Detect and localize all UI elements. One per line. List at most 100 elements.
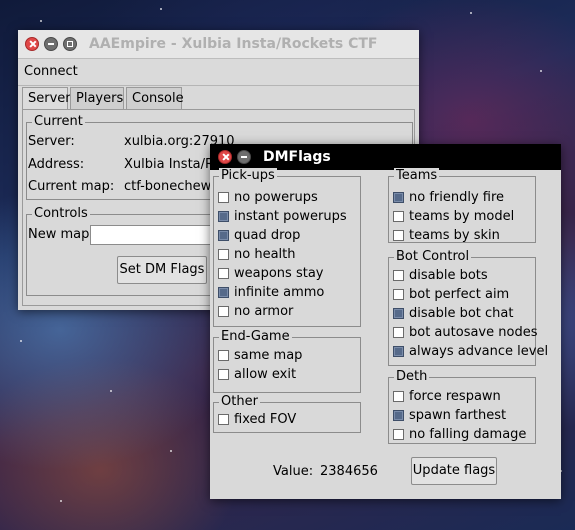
dmflags-titlebar[interactable]: DMFlags bbox=[210, 144, 561, 170]
pickups-checkbox-quad-drop[interactable]: quad drop bbox=[218, 228, 300, 243]
pickups-checkbox-infinite-ammo[interactable]: infinite ammo bbox=[218, 285, 324, 300]
botcontrol-checkbox-bot-autosave-nodes[interactable]: bot autosave nodes bbox=[393, 325, 537, 340]
checkbox-unchecked-icon[interactable] bbox=[393, 289, 404, 300]
checkbox-checked-icon[interactable] bbox=[218, 230, 229, 241]
pickups-checkbox-no-powerups[interactable]: no powerups bbox=[218, 190, 318, 205]
checkbox-label: infinite ammo bbox=[234, 285, 325, 300]
menubar: Connect bbox=[18, 59, 419, 86]
checkbox-unchecked-icon[interactable] bbox=[218, 350, 229, 361]
checkbox-checked-icon[interactable] bbox=[393, 192, 404, 203]
checkbox-label: quad drop bbox=[234, 228, 301, 243]
other-legend: Other bbox=[219, 394, 260, 409]
pickups-legend: Pick-ups bbox=[219, 168, 277, 183]
checkbox-unchecked-icon[interactable] bbox=[218, 414, 229, 425]
tab-console[interactable]: Console bbox=[126, 87, 184, 109]
checkbox-label: always advance level bbox=[409, 344, 549, 359]
checkbox-label: instant powerups bbox=[234, 209, 347, 224]
deth-checkbox-spawn-farthest[interactable]: spawn farthest bbox=[393, 408, 506, 423]
checkbox-label: force respawn bbox=[409, 389, 501, 404]
checkbox-unchecked-icon[interactable] bbox=[218, 268, 229, 279]
other-group: Other fixed FOV bbox=[213, 394, 361, 433]
checkbox-label: fixed FOV bbox=[234, 412, 297, 427]
checkbox-label: disable bot chat bbox=[409, 306, 514, 321]
deth-group: Deth force respawn spawn farthest no falli… bbox=[388, 369, 536, 444]
checkbox-label: weapons stay bbox=[234, 266, 324, 281]
checkbox-unchecked-icon[interactable] bbox=[393, 429, 404, 440]
checkbox-label: allow exit bbox=[234, 367, 297, 382]
minimize-icon[interactable] bbox=[44, 37, 58, 51]
checkbox-checked-icon[interactable] bbox=[218, 287, 229, 298]
pickups-checkbox-weapons-stay[interactable]: weapons stay bbox=[218, 266, 323, 281]
controls-legend: Controls bbox=[32, 206, 90, 221]
teams-legend: Teams bbox=[394, 168, 440, 183]
dmflags-window: DMFlags Pick-ups no powerups instant powe… bbox=[210, 144, 561, 499]
checkbox-checked-icon[interactable] bbox=[393, 308, 404, 319]
teams-checkbox-teams-by-model[interactable]: teams by model bbox=[393, 209, 514, 224]
tab-server[interactable]: Server bbox=[22, 87, 71, 111]
checkbox-label: disable bots bbox=[409, 268, 488, 283]
teams-checkbox-no-friendly-fire[interactable]: no friendly fire bbox=[393, 190, 504, 205]
minimize-icon[interactable] bbox=[237, 150, 251, 164]
window-title: AAEmpire - Xulbia Insta/Rockets CTF bbox=[89, 36, 378, 52]
botcontrol-checkbox-bot-perfect-aim[interactable]: bot perfect aim bbox=[393, 287, 509, 302]
endgame-group: End-Game same map allow exit bbox=[213, 329, 361, 393]
checkbox-label: teams by model bbox=[409, 209, 515, 224]
checkbox-label: bot perfect aim bbox=[409, 287, 510, 302]
checkbox-label: no health bbox=[234, 247, 296, 262]
deth-checkbox-force-respawn[interactable]: force respawn bbox=[393, 389, 501, 404]
checkbox-checked-icon[interactable] bbox=[393, 410, 404, 421]
botcontrol-checkbox-always-advance-level[interactable]: always advance level bbox=[393, 344, 548, 359]
server-label: Server: bbox=[28, 134, 75, 149]
checkbox-unchecked-icon[interactable] bbox=[393, 391, 404, 402]
endgame-checkbox-allow-exit[interactable]: allow exit bbox=[218, 367, 296, 382]
checkbox-unchecked-icon[interactable] bbox=[218, 192, 229, 203]
botcontrol-checkbox-disable-bots[interactable]: disable bots bbox=[393, 268, 488, 283]
checkbox-unchecked-icon[interactable] bbox=[218, 249, 229, 260]
endgame-checkbox-same-map[interactable]: same map bbox=[218, 348, 302, 363]
tab-players[interactable]: Players bbox=[70, 87, 124, 109]
value-label: Value: bbox=[273, 464, 314, 479]
current-legend: Current bbox=[32, 114, 85, 129]
botcontrol-checkbox-disable-bot-chat[interactable]: disable bot chat bbox=[393, 306, 513, 321]
botcontrol-group: Bot Control disable bots bot perfect aim d… bbox=[388, 249, 548, 366]
checkbox-label: no friendly fire bbox=[409, 190, 505, 205]
update-flags-button[interactable]: Update flags bbox=[411, 457, 497, 485]
close-icon[interactable] bbox=[25, 37, 39, 51]
checkbox-label: no powerups bbox=[234, 190, 318, 205]
close-icon[interactable] bbox=[218, 150, 232, 164]
endgame-legend: End-Game bbox=[219, 329, 292, 344]
current-map-label: Current map: bbox=[28, 179, 115, 194]
checkbox-unchecked-icon[interactable] bbox=[393, 230, 404, 241]
checkbox-label: no armor bbox=[234, 304, 294, 319]
checkbox-label: spawn farthest bbox=[409, 408, 507, 423]
maximize-icon[interactable] bbox=[63, 37, 77, 51]
teams-group: Teams no friendly fire teams by model team… bbox=[388, 168, 536, 243]
address-label: Address: bbox=[28, 157, 85, 172]
checkbox-checked-icon[interactable] bbox=[393, 346, 404, 357]
set-dm-flags-button[interactable]: Set DM Flags bbox=[117, 256, 207, 284]
checkbox-unchecked-icon[interactable] bbox=[218, 306, 229, 317]
pickups-group: Pick-ups no powerups instant powerups quad… bbox=[213, 168, 361, 327]
menu-connect[interactable]: Connect bbox=[24, 64, 78, 79]
checkbox-label: same map bbox=[234, 348, 303, 363]
other-checkbox-fixed-FOV[interactable]: fixed FOV bbox=[218, 412, 296, 427]
main-titlebar[interactable]: AAEmpire - Xulbia Insta/Rockets CTF bbox=[18, 30, 419, 59]
checkbox-unchecked-icon[interactable] bbox=[393, 211, 404, 222]
checkbox-label: teams by skin bbox=[409, 228, 500, 243]
pickups-checkbox-instant-powerups[interactable]: instant powerups bbox=[218, 209, 347, 224]
deth-legend: Deth bbox=[394, 369, 430, 384]
checkbox-unchecked-icon[interactable] bbox=[218, 369, 229, 380]
checkbox-unchecked-icon[interactable] bbox=[393, 327, 404, 338]
value-readout: 2384656 bbox=[320, 464, 378, 479]
botcontrol-legend: Bot Control bbox=[394, 249, 472, 264]
checkbox-unchecked-icon[interactable] bbox=[393, 270, 404, 281]
checkbox-label: no falling damage bbox=[409, 427, 527, 442]
deth-checkbox-no-falling-damage[interactable]: no falling damage bbox=[393, 427, 526, 442]
pickups-checkbox-no-armor[interactable]: no armor bbox=[218, 304, 293, 319]
teams-checkbox-teams-by-skin[interactable]: teams by skin bbox=[393, 228, 500, 243]
dmflags-title: DMFlags bbox=[263, 149, 331, 165]
new-map-label: New map: bbox=[28, 227, 94, 242]
checkbox-label: bot autosave nodes bbox=[409, 325, 538, 340]
checkbox-checked-icon[interactable] bbox=[218, 211, 229, 222]
pickups-checkbox-no-health[interactable]: no health bbox=[218, 247, 295, 262]
